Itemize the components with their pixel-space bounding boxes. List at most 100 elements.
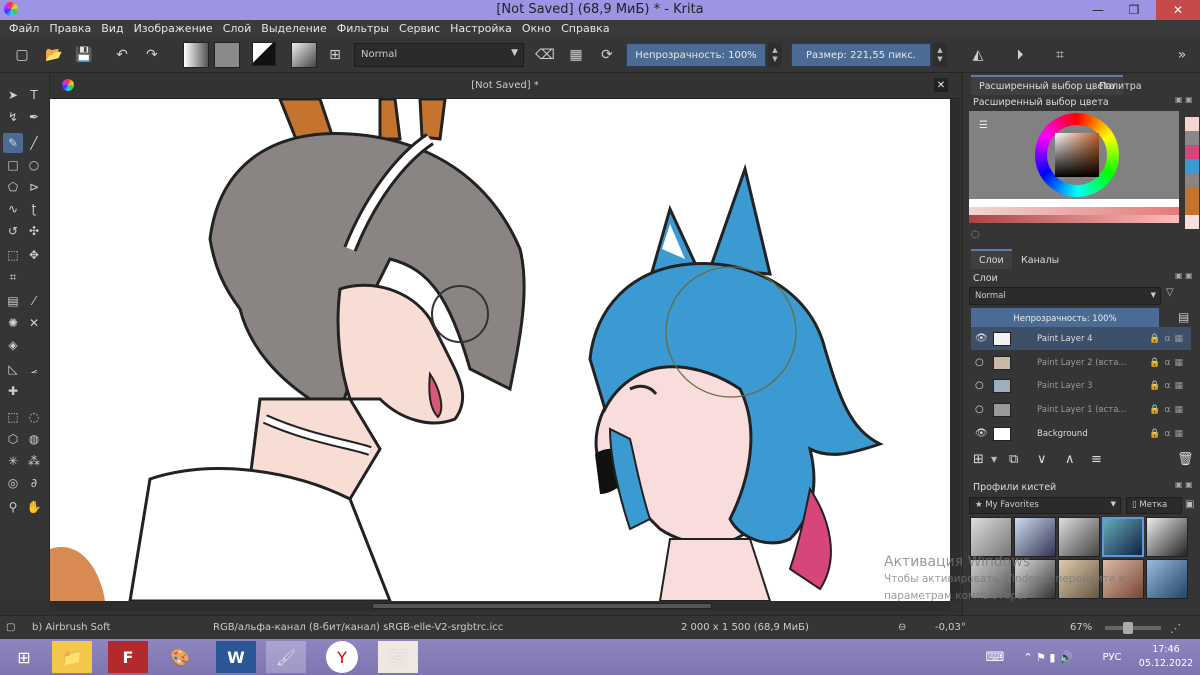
gradient-swatch[interactable]: [183, 42, 209, 68]
paint-tool-icon[interactable]: 🎨: [160, 641, 200, 673]
rectangle-tool-icon[interactable]: □: [3, 155, 23, 175]
magnetic-select-icon[interactable]: ∂: [24, 473, 44, 493]
visibility-eye-icon[interactable]: 👁: [975, 333, 988, 344]
menu-select[interactable]: Выделение: [256, 22, 332, 35]
canvas-tab-title[interactable]: [Not Saved] *: [50, 80, 960, 91]
brush-presets-grid-icon[interactable]: ⊞: [325, 45, 345, 65]
add-layer-icon[interactable]: ⊞: [973, 452, 984, 467]
open-folder-icon[interactable]: 📂: [44, 45, 64, 65]
bezier-tool-icon[interactable]: ∿: [3, 199, 23, 219]
fg-bg-color-icon[interactable]: [252, 42, 276, 66]
delete-layer-icon[interactable]: 🗑: [1177, 452, 1194, 467]
hue-slider[interactable]: [969, 215, 1179, 223]
brush-preset[interactable]: [1058, 517, 1100, 557]
visibility-off-icon[interactable]: ○: [975, 357, 984, 368]
menu-image[interactable]: Изображение: [129, 22, 218, 35]
image-viewer-icon[interactable]: 🖼: [378, 641, 418, 673]
line-tool-icon[interactable]: ╱: [24, 133, 44, 153]
brush-preset[interactable]: [1014, 517, 1056, 557]
close-document-icon[interactable]: ✕: [934, 78, 948, 92]
brush-preset[interactable]: [970, 517, 1012, 557]
undo-icon[interactable]: ↶: [112, 45, 132, 65]
similar-select-icon[interactable]: ⁂: [24, 451, 44, 471]
assistant-tool-icon[interactable]: ◺: [3, 359, 23, 379]
layer-filter-icon[interactable]: ▽: [1166, 287, 1174, 298]
word-icon[interactable]: W: [216, 641, 256, 673]
canvas-horizontal-scrollbar[interactable]: [50, 601, 950, 611]
lightness-slider[interactable]: [969, 199, 1179, 207]
alpha-lock-icon[interactable]: ▦: [566, 45, 586, 65]
layer-lock-alpha-icons[interactable]: 🔒α▦: [1149, 405, 1187, 415]
polygon-select-icon[interactable]: ⬡: [3, 429, 23, 449]
brush-view-options-icon[interactable]: ▣: [1185, 499, 1194, 510]
move-layer-down-icon[interactable]: ∨: [1037, 452, 1047, 467]
menu-settings[interactable]: Настройка: [445, 22, 517, 35]
start-button-icon[interactable]: ⊞: [4, 641, 44, 673]
colorize-mask-icon[interactable]: ✺: [3, 313, 23, 333]
layer-row[interactable]: ○ Paint Layer 2 (вста... 🔒α▦: [971, 351, 1191, 374]
menu-tools[interactable]: Сервис: [394, 22, 445, 35]
menu-file[interactable]: Файл: [4, 22, 44, 35]
edit-shapes-icon[interactable]: ↯: [3, 107, 23, 127]
opacity-slider[interactable]: Непрозрачность: 100%: [626, 43, 766, 67]
float-brushes-icon[interactable]: ▣ ▣: [1175, 480, 1193, 489]
brush-tag-select[interactable]: ★ My Favorites ▼: [969, 497, 1121, 514]
visibility-off-icon[interactable]: ○: [975, 380, 984, 391]
menu-view[interactable]: Вид: [96, 22, 128, 35]
new-document-icon[interactable]: ▢: [12, 45, 32, 65]
opacity-stepper[interactable]: ▲ ▼: [768, 43, 782, 67]
saturation-slider[interactable]: [969, 207, 1179, 215]
brush-preset-selected[interactable]: [1102, 517, 1144, 557]
layer-blend-select[interactable]: Normal ▼: [969, 287, 1161, 305]
text-tool-icon[interactable]: T: [24, 85, 44, 105]
canvas-vertical-scrollbar[interactable]: [950, 99, 960, 601]
clock[interactable]: 17:46 05.12.2022: [1136, 643, 1196, 671]
measure-tool-icon[interactable]: ⦟: [24, 359, 44, 379]
brush-preset-icon[interactable]: [291, 42, 317, 68]
bezier-select-icon[interactable]: ◎: [3, 473, 23, 493]
pan-tool-icon[interactable]: ✋: [24, 497, 44, 517]
rotation-icon[interactable]: ⊖: [898, 622, 906, 633]
gradient-tool-icon[interactable]: ▤: [3, 291, 23, 311]
size-slider[interactable]: Размер: 221,55 пикс.: [791, 43, 931, 67]
color-refresh-icon[interactable]: ◌: [971, 229, 980, 240]
save-icon[interactable]: 💾: [74, 45, 94, 65]
layer-row[interactable]: ○ Paint Layer 1 (вста... 🔒α▦: [971, 398, 1191, 421]
calligraphy-icon[interactable]: ✒: [24, 107, 44, 127]
freehand-path-icon[interactable]: ʈ: [24, 199, 44, 219]
layer-lock-alpha-icons[interactable]: 🔒α▦: [1149, 334, 1187, 344]
chevron-down-icon[interactable]: ▼: [991, 455, 997, 464]
tab-layers[interactable]: Слои: [971, 249, 1012, 269]
settings-menu-icon[interactable]: ☰: [979, 120, 988, 131]
wrap-around-icon[interactable]: ⌗: [1050, 45, 1070, 65]
language-indicator[interactable]: РУС: [1092, 641, 1132, 673]
freehand-select-icon[interactable]: ◍: [24, 429, 44, 449]
tab-channels[interactable]: Каналы: [1013, 250, 1067, 270]
brush-preset[interactable]: [1146, 559, 1188, 599]
transform-tool-icon[interactable]: ⬚: [3, 245, 23, 265]
size-stepper[interactable]: ▲ ▼: [933, 43, 947, 67]
menu-layer[interactable]: Слой: [218, 22, 257, 35]
rect-select-icon[interactable]: ⬚: [3, 407, 23, 427]
color-selector-area[interactable]: ☰: [969, 111, 1179, 199]
minimize-button[interactable]: —: [1082, 0, 1114, 20]
layer-row[interactable]: ○ Paint Layer 3 🔒α▦: [971, 374, 1191, 397]
file-explorer-icon[interactable]: 📁: [52, 641, 92, 673]
layer-lock-alpha-icons[interactable]: 🔒α▦: [1149, 381, 1187, 391]
fill-tool-icon[interactable]: ◈: [3, 335, 23, 355]
reload-preset-icon[interactable]: ⟳: [597, 45, 617, 65]
blend-mode-select[interactable]: Normal ▼: [354, 43, 524, 67]
polygon-tool-icon[interactable]: ⬠: [3, 177, 23, 197]
duplicate-layer-icon[interactable]: ⧉: [1009, 452, 1018, 467]
visibility-off-icon[interactable]: ○: [975, 404, 984, 415]
freehand-brush-icon[interactable]: ✎: [3, 133, 23, 153]
contiguous-select-icon[interactable]: ✳: [3, 451, 23, 471]
redo-icon[interactable]: ↷: [142, 45, 162, 65]
layer-row[interactable]: 👁 Paint Layer 4 🔒α▦: [971, 327, 1191, 350]
close-button[interactable]: ✕: [1156, 0, 1200, 20]
menu-filters[interactable]: Фильтры: [332, 22, 394, 35]
menu-help[interactable]: Справка: [556, 22, 614, 35]
eraser-icon[interactable]: ⌫: [535, 45, 555, 65]
dynamic-brush-icon[interactable]: ↺: [3, 221, 23, 241]
yandex-browser-icon[interactable]: Y: [326, 641, 358, 673]
